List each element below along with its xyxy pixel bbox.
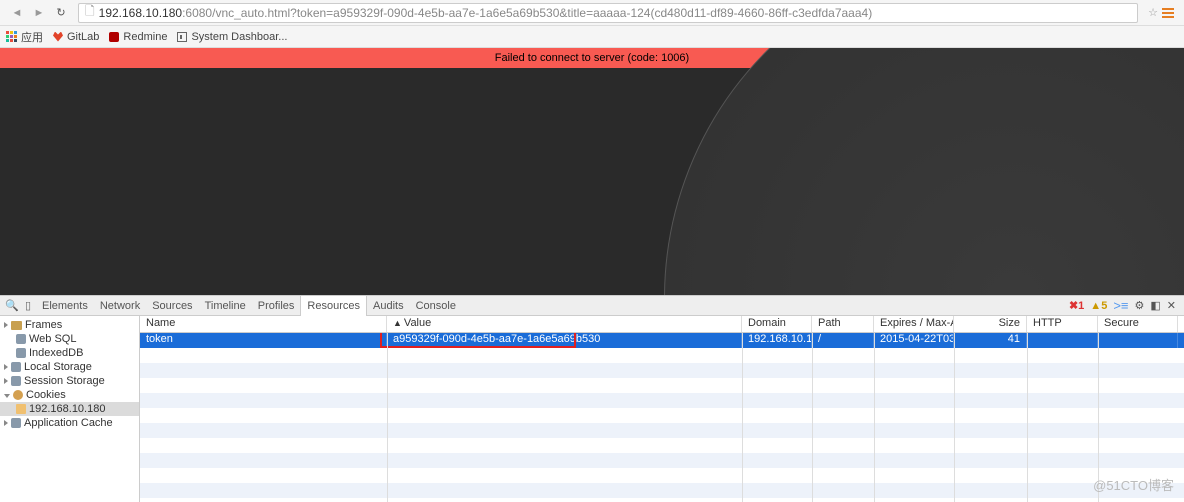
apps-button[interactable]: 应用 — [6, 29, 43, 45]
tree-cookies[interactable]: Cookies — [0, 388, 139, 402]
tree-cookie-host[interactable]: 192.168.10.180 — [0, 402, 139, 416]
bookmark-dashboard[interactable]: System Dashboar... — [177, 31, 287, 43]
cell-name: token — [140, 333, 387, 348]
reload-button[interactable]: ↻ — [50, 3, 72, 23]
tab-timeline[interactable]: Timeline — [199, 296, 252, 316]
cell-secure — [1098, 333, 1178, 348]
col-secure[interactable]: Secure — [1098, 316, 1178, 332]
chevron-down-icon — [4, 394, 10, 398]
decorative-arc — [664, 48, 1184, 295]
cookie-icon — [13, 390, 23, 400]
database-icon — [16, 348, 26, 358]
table-row[interactable] — [140, 498, 1184, 502]
tree-localstorage[interactable]: Local Storage — [0, 360, 139, 374]
col-domain[interactable]: Domain — [742, 316, 812, 332]
table-row[interactable] — [140, 468, 1184, 483]
dock-icon[interactable]: ◧ — [1150, 299, 1160, 312]
devtools-body: Frames Web SQL IndexedDB Local Storage S… — [0, 316, 1184, 502]
tab-console[interactable]: Console — [410, 296, 462, 316]
database-icon — [16, 334, 26, 344]
url-rest: :6080/vnc_auto.html?token=a959329f-090d-… — [182, 6, 872, 20]
bookmark-star-icon[interactable]: ☆ — [1148, 6, 1158, 19]
table-row[interactable]: token a959329f-090d-4e5b-aa7e-1a6e5a69b5… — [140, 333, 1184, 348]
gitlab-icon — [53, 32, 63, 42]
table-row[interactable] — [140, 453, 1184, 468]
redmine-icon — [109, 32, 119, 42]
bookmark-gitlab[interactable]: GitLab — [53, 31, 99, 43]
table-row[interactable] — [140, 408, 1184, 423]
devtools-tabs: 🔍 ▯ Elements Network Sources Timeline Pr… — [0, 296, 1184, 316]
tab-sources[interactable]: Sources — [146, 296, 198, 316]
devtools-status: ✖1 ▲5 >≡ ⚙ ◧ ✕ — [1069, 298, 1180, 313]
col-size[interactable]: Size — [954, 316, 1027, 332]
table-row[interactable] — [140, 438, 1184, 453]
tree-sessionstorage[interactable]: Session Storage — [0, 374, 139, 388]
table-body: token a959329f-090d-4e5b-aa7e-1a6e5a69b5… — [140, 333, 1184, 502]
col-value[interactable]: ▲Value — [387, 316, 742, 332]
storage-icon — [11, 362, 21, 372]
table-row[interactable] — [140, 423, 1184, 438]
tab-network[interactable]: Network — [94, 296, 146, 316]
error-count-badge[interactable]: ✖1 — [1069, 299, 1084, 312]
cell-domain: 192.168.10.180 — [742, 333, 812, 348]
tree-websql[interactable]: Web SQL — [0, 332, 139, 346]
storage-icon — [11, 376, 21, 386]
cell-value: a959329f-090d-4e5b-aa7e-1a6e5a69b530 — [387, 333, 742, 348]
bookmark-redmine[interactable]: Redmine — [109, 31, 167, 43]
file-icon — [16, 404, 26, 414]
table-row[interactable] — [140, 393, 1184, 408]
devtools-panel: 🔍 ▯ Elements Network Sources Timeline Pr… — [0, 295, 1184, 502]
chevron-right-icon — [4, 364, 8, 370]
resources-sidebar: Frames Web SQL IndexedDB Local Storage S… — [0, 316, 140, 502]
table-row[interactable] — [140, 348, 1184, 363]
show-drawer-icon[interactable]: >≡ — [1113, 298, 1128, 313]
cell-expires: 2015-04-22T03:... — [874, 333, 954, 348]
forward-button: ► — [28, 3, 50, 23]
browser-nav-bar: ◄ ► ↻ 🗋 192.168.10.180:6080/vnc_auto.htm… — [0, 0, 1184, 26]
tab-resources[interactable]: Resources — [300, 296, 367, 316]
cell-http — [1027, 333, 1098, 348]
tree-frames[interactable]: Frames — [0, 318, 139, 332]
back-button[interactable]: ◄ — [6, 3, 28, 23]
settings-gear-icon[interactable]: ⚙ — [1135, 299, 1145, 312]
col-http[interactable]: HTTP — [1027, 316, 1098, 332]
tree-appcache[interactable]: Application Cache — [0, 416, 139, 430]
watermark: @51CTO博客 — [1093, 475, 1174, 494]
hamburger-menu-icon[interactable] — [1158, 8, 1178, 18]
table-header: Name ▲Value Domain Path Expires / Max-A.… — [140, 316, 1184, 333]
bookmarks-bar: 应用 GitLab Redmine System Dashboar... — [0, 26, 1184, 48]
cell-size: 41 — [954, 333, 1027, 348]
apps-label: 应用 — [21, 29, 43, 45]
vnc-status-text: Failed to connect to server (code: 1006) — [495, 52, 689, 64]
close-devtools-icon[interactable]: ✕ — [1167, 299, 1176, 312]
device-icon[interactable]: ▯ — [20, 299, 36, 312]
col-name[interactable]: Name — [140, 316, 387, 332]
dashboard-icon — [177, 32, 187, 42]
tab-profiles[interactable]: Profiles — [252, 296, 301, 316]
table-row[interactable] — [140, 483, 1184, 498]
tree-indexeddb[interactable]: IndexedDB — [0, 346, 139, 360]
warning-count-badge[interactable]: ▲5 — [1090, 300, 1107, 312]
cell-path: / — [812, 333, 874, 348]
col-expires[interactable]: Expires / Max-A... — [874, 316, 954, 332]
chevron-right-icon — [4, 378, 8, 384]
col-path[interactable]: Path — [812, 316, 874, 332]
vnc-viewport: Failed to connect to server (code: 1006)… — [0, 48, 1184, 295]
url-bar[interactable]: 🗋 192.168.10.180:6080/vnc_auto.html?toke… — [78, 3, 1138, 23]
search-icon[interactable]: 🔍 — [4, 299, 20, 312]
appcache-icon — [11, 418, 21, 428]
table-row[interactable] — [140, 363, 1184, 378]
tab-audits[interactable]: Audits — [367, 296, 410, 316]
page-icon: 🗋 — [85, 2, 95, 23]
url-host: 192.168.10.180 — [99, 6, 182, 20]
table-row[interactable] — [140, 378, 1184, 393]
tab-elements[interactable]: Elements — [36, 296, 94, 316]
chevron-right-icon — [4, 322, 8, 328]
chevron-right-icon — [4, 420, 8, 426]
cookies-table: Name ▲Value Domain Path Expires / Max-A.… — [140, 316, 1184, 502]
folder-icon — [11, 321, 22, 330]
apps-grid-icon — [6, 31, 17, 42]
